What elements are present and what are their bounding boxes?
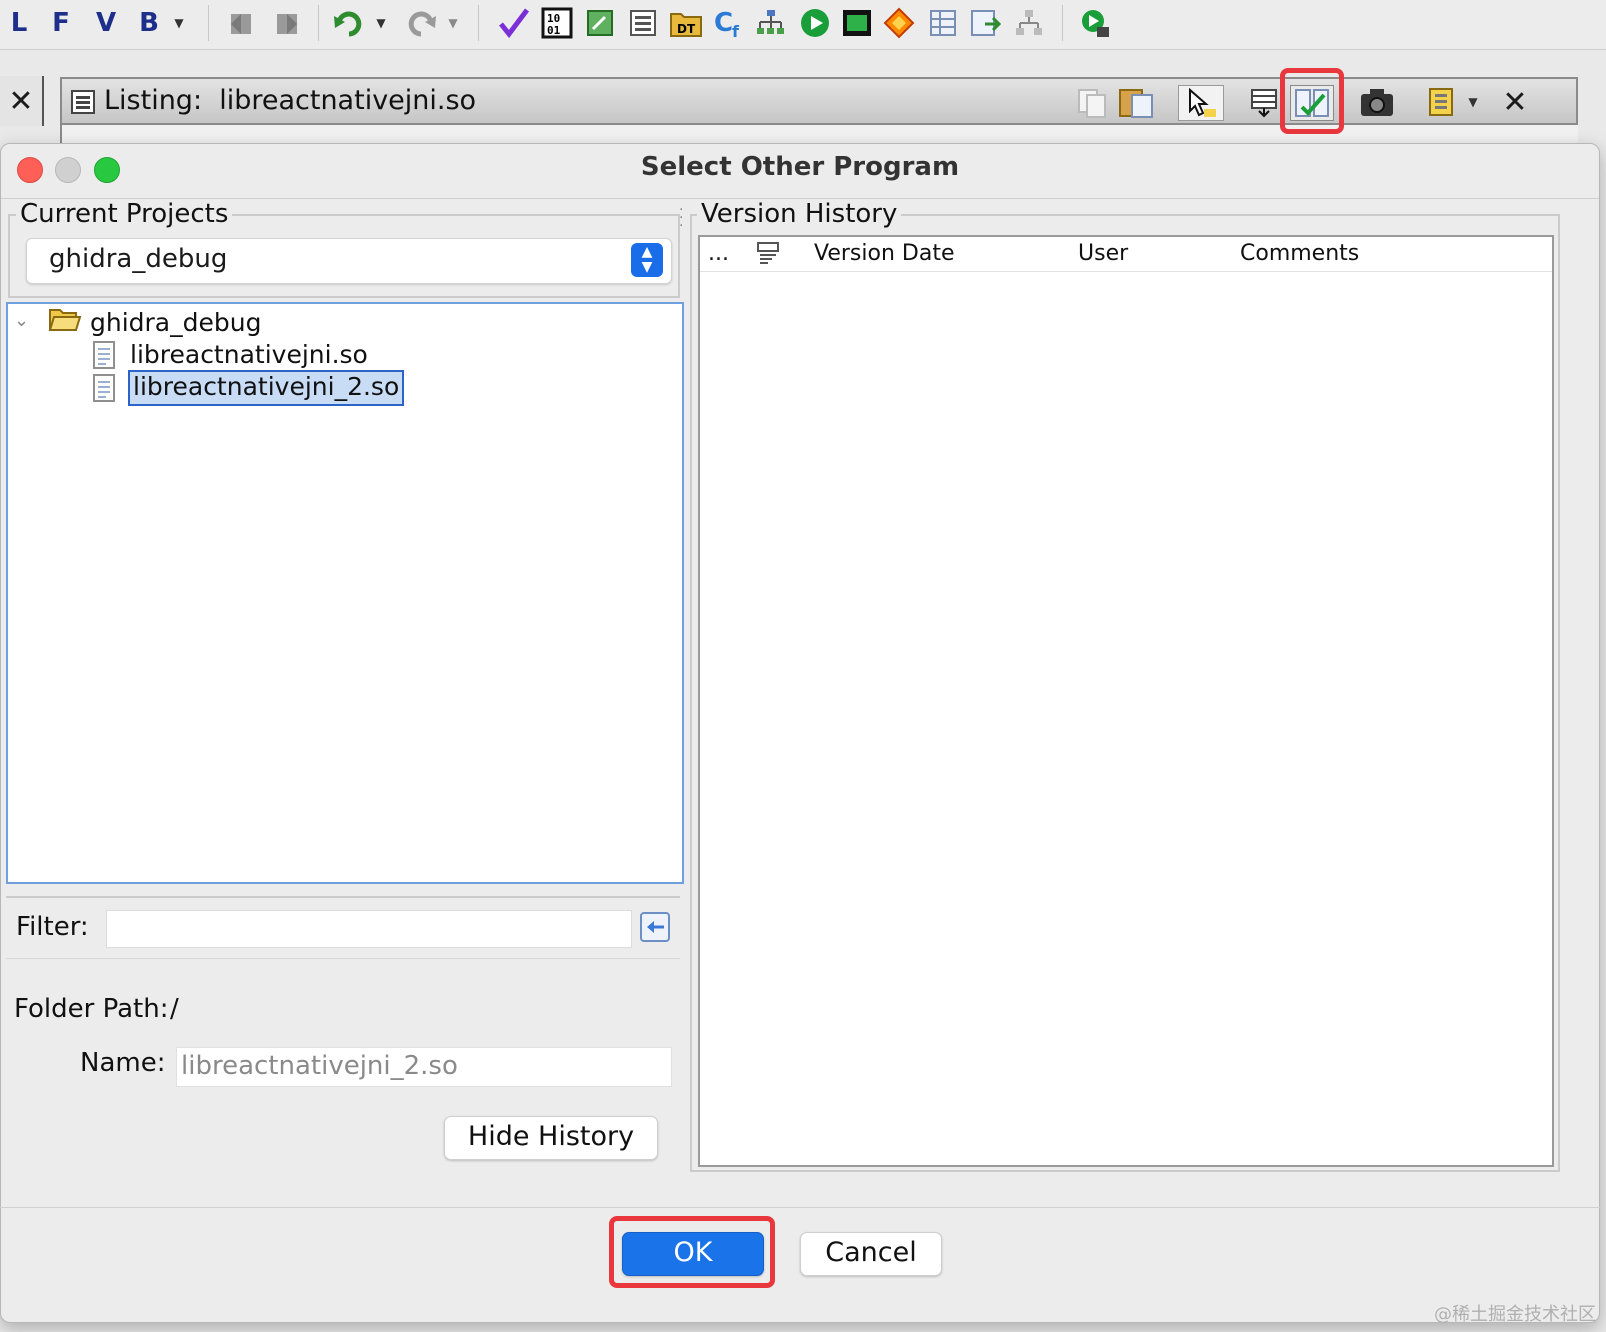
symbol-table-icon[interactable] — [926, 6, 960, 40]
project-tree[interactable]: ⌄ ghidra_debug libreactnativejni.so libr… — [6, 302, 684, 884]
memory-map-icon[interactable] — [840, 6, 874, 40]
close-listing-icon[interactable]: ✕ — [1498, 85, 1532, 120]
function-graph-icon[interactable] — [1012, 6, 1046, 40]
listing-window-icon[interactable] — [626, 6, 660, 40]
folder-path-label: Folder Path: — [14, 994, 169, 1024]
options-dropdown-arrow-icon[interactable]: ▼ — [1464, 85, 1482, 119]
svg-text:f: f — [732, 22, 740, 39]
svg-text:C: C — [714, 8, 733, 38]
ok-button-highlight — [609, 1216, 775, 1288]
watermark: @稀土掘金技术社区 — [1434, 1304, 1596, 1325]
forward-navigate-icon[interactable] — [268, 6, 302, 40]
diff-button-highlight — [1280, 68, 1344, 134]
tree-expand-chevron-icon[interactable]: ⌄ — [14, 310, 29, 331]
run-play-icon[interactable] — [798, 6, 832, 40]
program-tree-icon[interactable] — [754, 6, 788, 40]
toolbar-separator — [318, 5, 319, 41]
back-navigate-icon[interactable] — [226, 6, 260, 40]
copy-icon[interactable] — [1074, 85, 1110, 119]
decompiler-diamond-icon[interactable] — [882, 6, 916, 40]
listing-window-header: Listing: libreactnativejni.so ▼ ✕ — [60, 77, 1578, 125]
tree-file-item[interactable]: libreactnativejni.so — [130, 340, 368, 369]
toolbar-separator — [208, 5, 209, 41]
column-header-more[interactable]: ... — [708, 237, 729, 271]
file-icon — [92, 373, 118, 409]
toolbar-l-button[interactable]: L — [6, 6, 32, 40]
listing-icon — [68, 85, 98, 119]
filter-label: Filter: — [16, 912, 89, 942]
snapshot-camera-icon[interactable] — [1358, 85, 1396, 119]
bytes-viewer-icon[interactable]: 10 01 — [540, 6, 574, 40]
svg-text:DT: DT — [677, 22, 696, 36]
folder-path-value: / — [170, 994, 179, 1024]
filter-bar: Filter: — [6, 896, 680, 959]
footer-divider — [0, 1207, 1600, 1208]
folder-open-icon — [48, 304, 82, 340]
listing-options-icon[interactable] — [1424, 85, 1460, 119]
undo-dropdown-arrow-icon[interactable]: ▼ — [372, 6, 390, 40]
main-toolbar: L F V B ▼ ▼ ▼ 10 01 DT Cf — [0, 0, 1606, 50]
project-select[interactable]: ghidra_debug ▲ ▼ — [26, 238, 672, 284]
column-header-user[interactable]: User — [1078, 237, 1128, 271]
tree-file-item-selected[interactable]: libreactnativejni_2.so — [128, 370, 405, 406]
toolbar-v-button[interactable]: V — [92, 6, 120, 40]
undo-icon[interactable] — [332, 6, 368, 40]
column-header-version-date[interactable]: Version Date — [814, 237, 954, 271]
split-pane-divider-handle[interactable]: · · · — [679, 203, 685, 236]
listing-content-strip — [60, 125, 1578, 143]
function-call-graph-icon[interactable]: Cf — [714, 6, 748, 40]
debugger-connect-icon[interactable] — [1078, 6, 1114, 40]
cancel-button[interactable]: Cancel — [800, 1232, 942, 1276]
script-manager-icon[interactable] — [584, 6, 618, 40]
toolbar-f-button[interactable]: F — [48, 6, 74, 40]
hide-history-button[interactable]: Hide History — [444, 1116, 658, 1160]
export-icon[interactable] — [968, 6, 1002, 40]
name-field: libreactnativejni_2.so — [176, 1047, 672, 1087]
version-history-table[interactable]: ... Version Date User Comments — [698, 235, 1554, 1167]
redo-icon[interactable] — [402, 6, 438, 40]
svg-text:01: 01 — [547, 24, 561, 37]
column-header-comments[interactable]: Comments — [1240, 237, 1359, 271]
cursor-select-icon[interactable] — [1178, 85, 1224, 121]
file-icon — [92, 340, 118, 376]
tree-root-folder[interactable]: ghidra_debug — [90, 308, 261, 337]
clear-filter-icon[interactable] — [638, 910, 672, 948]
filter-input[interactable] — [106, 910, 632, 948]
b-dropdown-arrow-icon[interactable]: ▼ — [170, 6, 188, 40]
dialog-title: Select Other Program — [640, 152, 960, 182]
toolbar-separator — [1062, 5, 1063, 41]
field-layout-icon[interactable] — [1248, 85, 1282, 119]
toolbar-b-button[interactable]: B — [136, 6, 162, 40]
version-column-icon — [756, 241, 780, 275]
current-projects-label: Current Projects — [16, 199, 233, 229]
paste-icon[interactable] — [1116, 85, 1156, 119]
name-label: Name: — [80, 1048, 166, 1078]
redo-dropdown-arrow-icon[interactable]: ▼ — [444, 6, 462, 40]
checkmark-icon[interactable] — [496, 6, 530, 40]
listing-title: Listing: libreactnativejni.so — [104, 85, 477, 116]
close-panel-icon[interactable]: ✕ — [0, 76, 44, 126]
project-select-value: ghidra_debug — [49, 244, 228, 274]
version-history-label: Version History — [697, 199, 902, 229]
toolbar-separator — [478, 5, 479, 41]
data-type-manager-icon[interactable]: DT — [668, 6, 704, 40]
chevron-updown-icon[interactable]: ▲ ▼ — [631, 243, 663, 277]
